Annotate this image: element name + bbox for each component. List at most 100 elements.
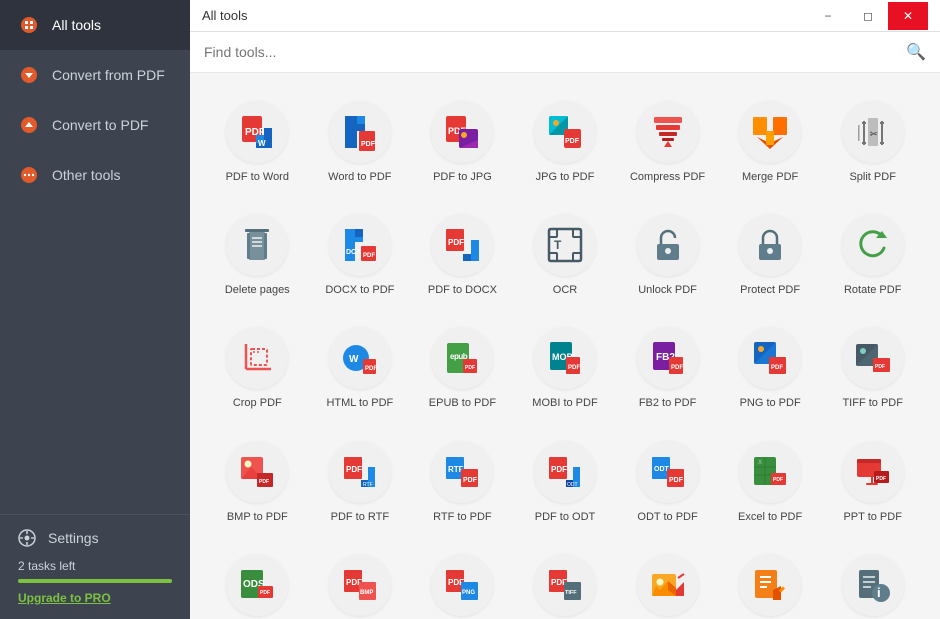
tool-excel-to-pdf[interactable]: XPDF Excel to PDF (723, 429, 818, 534)
tool-label-rtf-to-pdf: RTF to PDF (433, 511, 491, 524)
settings-label: Settings (48, 530, 99, 546)
tool-icon-jpg-to-pdf: PDF (534, 101, 596, 163)
tool-icon-unlock-pdf (637, 214, 699, 276)
sidebar-item-all-tools[interactable]: All tools (0, 0, 190, 50)
tool-docx-to-pdf[interactable]: DCXPDF DOCX to PDF (313, 202, 408, 307)
tool-label-pdf-to-odt: PDF to ODT (535, 511, 596, 524)
svg-text:PDF: PDF (361, 141, 376, 148)
tool-icon-pdf-to-rtf: PDFRTF (329, 441, 391, 503)
tool-label-html-to-pdf: HTML to PDF (326, 397, 393, 410)
tool-label-tiff-to-pdf: TIFF to PDF (842, 397, 903, 410)
search-input[interactable] (204, 44, 898, 60)
sidebar-item-other-tools[interactable]: Other tools (0, 150, 190, 200)
tool-pdf-to-bmp[interactable]: PDFBMP PDF to BMP (313, 542, 408, 619)
svg-text:PDF: PDF (448, 238, 464, 247)
tool-icon-mobi-to-pdf: MOBIPDF (534, 327, 596, 389)
tool-pdf-to-odt[interactable]: PDFODT PDF to ODT (518, 429, 613, 534)
minimize-button[interactable]: − (808, 2, 848, 30)
tool-bmp-to-pdf[interactable]: PDF BMP to PDF (210, 429, 305, 534)
tool-icon-png-to-pdf: PDF (739, 327, 801, 389)
svg-text:PDF: PDF (671, 365, 683, 371)
tool-icon-ocr: T (534, 214, 596, 276)
tool-icon-pdf-to-jpg: PDF (431, 101, 493, 163)
tool-pdf-to-rtf[interactable]: PDFRTF PDF to RTF (313, 429, 408, 534)
tool-edit-metadata[interactable]: i Edit metadata (825, 542, 920, 619)
settings-item[interactable]: Settings (18, 529, 172, 547)
tools-grid: PDFW PDF to Word PDF Word to PDF PDF PDF… (190, 73, 940, 619)
tool-extract-text[interactable]: Extract text (723, 542, 818, 619)
svg-text:✂: ✂ (870, 129, 878, 139)
tool-icon-compress-pdf (637, 101, 699, 163)
tool-label-pdf-to-word: PDF to Word (226, 171, 289, 184)
tool-unlock-pdf[interactable]: Unlock PDF (620, 202, 715, 307)
tool-ppt-to-pdf[interactable]: PDF PPT to PDF (825, 429, 920, 534)
tool-pdf-to-word[interactable]: PDFW PDF to Word (210, 89, 305, 194)
tool-extract-images[interactable]: Extract images (620, 542, 715, 619)
tool-icon-pdf-to-odt: PDFODT (534, 441, 596, 503)
tool-rotate-pdf[interactable]: Rotate PDF (825, 202, 920, 307)
svg-text:PDF: PDF (259, 479, 269, 485)
tool-icon-html-to-pdf: W PDF (329, 327, 391, 389)
tool-icon-pdf-to-bmp: PDFBMP (329, 554, 391, 616)
tool-rtf-to-pdf[interactable]: RTFPDF RTF to PDF (415, 429, 510, 534)
tool-label-merge-pdf: Merge PDF (742, 171, 798, 184)
maximize-button[interactable]: ◻ (848, 2, 888, 30)
svg-text:PDF: PDF (463, 477, 478, 484)
grid-icon (18, 14, 40, 36)
svg-text:W: W (349, 354, 359, 365)
svg-text:PDF: PDF (465, 365, 475, 371)
tool-label-odt-to-pdf: ODT to PDF (637, 511, 697, 524)
tool-mobi-to-pdf[interactable]: MOBIPDF MOBI to PDF (518, 315, 613, 420)
svg-text:PDF: PDF (551, 465, 567, 474)
tool-icon-delete-pages (226, 214, 288, 276)
tool-merge-pdf[interactable]: Merge PDF (723, 89, 818, 194)
tool-crop-pdf[interactable]: Crop PDF (210, 315, 305, 420)
tool-word-to-pdf[interactable]: PDF Word to PDF (313, 89, 408, 194)
tool-odt-to-pdf[interactable]: ODTPDF ODT to PDF (620, 429, 715, 534)
arrow-up-circle-icon (18, 114, 40, 136)
tool-icon-epub-to-pdf: epubPDF (431, 327, 493, 389)
progress-bar (18, 579, 172, 583)
sidebar-bottom: Settings 2 tasks left Upgrade to PRO (0, 514, 190, 619)
tool-icon-merge-pdf (739, 101, 801, 163)
tool-png-to-pdf[interactable]: PDF PNG to PDF (723, 315, 818, 420)
tool-icon-pdf-to-docx: PDF (431, 214, 493, 276)
tool-pdf-to-png[interactable]: PDFPNG PDF to PNG (415, 542, 510, 619)
svg-text:TIFF: TIFF (565, 590, 577, 596)
upgrade-button[interactable]: Upgrade to PRO (18, 591, 172, 605)
tool-html-to-pdf[interactable]: W PDF HTML to PDF (313, 315, 408, 420)
svg-text:PDF: PDF (875, 364, 885, 370)
tool-protect-pdf[interactable]: Protect PDF (723, 202, 818, 307)
tool-epub-to-pdf[interactable]: epubPDF EPUB to PDF (415, 315, 510, 420)
tool-jpg-to-pdf[interactable]: PDF JPG to PDF (518, 89, 613, 194)
tool-label-word-to-pdf: Word to PDF (328, 171, 391, 184)
tool-pdf-to-jpg[interactable]: PDF PDF to JPG (415, 89, 510, 194)
tool-label-crop-pdf: Crop PDF (233, 397, 282, 410)
svg-text:PNG: PNG (462, 590, 475, 596)
tool-ods-to-pdf[interactable]: ODSPDF ODS to PDF (210, 542, 305, 619)
tool-split-pdf[interactable]: ✂ Split PDF (825, 89, 920, 194)
tool-compress-pdf[interactable]: Compress PDF (620, 89, 715, 194)
svg-text:PDF: PDF (568, 365, 580, 371)
tool-ocr[interactable]: T OCR (518, 202, 613, 307)
sidebar-item-convert-to-pdf[interactable]: Convert to PDF (0, 100, 190, 150)
svg-text:PDF: PDF (365, 366, 377, 372)
svg-text:PDF: PDF (260, 590, 270, 596)
tool-label-split-pdf: Split PDF (849, 171, 895, 184)
tool-pdf-to-tiff[interactable]: PDFTIFF PDF to TIFF (518, 542, 613, 619)
close-button[interactable]: ✕ (888, 2, 928, 30)
sidebar-item-convert-from-pdf[interactable]: Convert from PDF (0, 50, 190, 100)
tool-pdf-to-docx[interactable]: PDF PDF to DOCX (415, 202, 510, 307)
dots-circle-icon (18, 164, 40, 186)
svg-text:PDF: PDF (771, 365, 783, 371)
tool-label-mobi-to-pdf: MOBI to PDF (532, 397, 597, 410)
tool-icon-rotate-pdf (842, 214, 904, 276)
tool-delete-pages[interactable]: Delete pages (210, 202, 305, 307)
search-icon: 🔍 (906, 42, 926, 62)
tool-label-excel-to-pdf: Excel to PDF (738, 511, 802, 524)
svg-text:W: W (258, 139, 266, 148)
tool-icon-edit-metadata: i (842, 554, 904, 616)
tool-fb2-to-pdf[interactable]: FB2PDF FB2 to PDF (620, 315, 715, 420)
svg-text:RTF: RTF (363, 482, 373, 488)
tool-tiff-to-pdf[interactable]: PDF TIFF to PDF (825, 315, 920, 420)
